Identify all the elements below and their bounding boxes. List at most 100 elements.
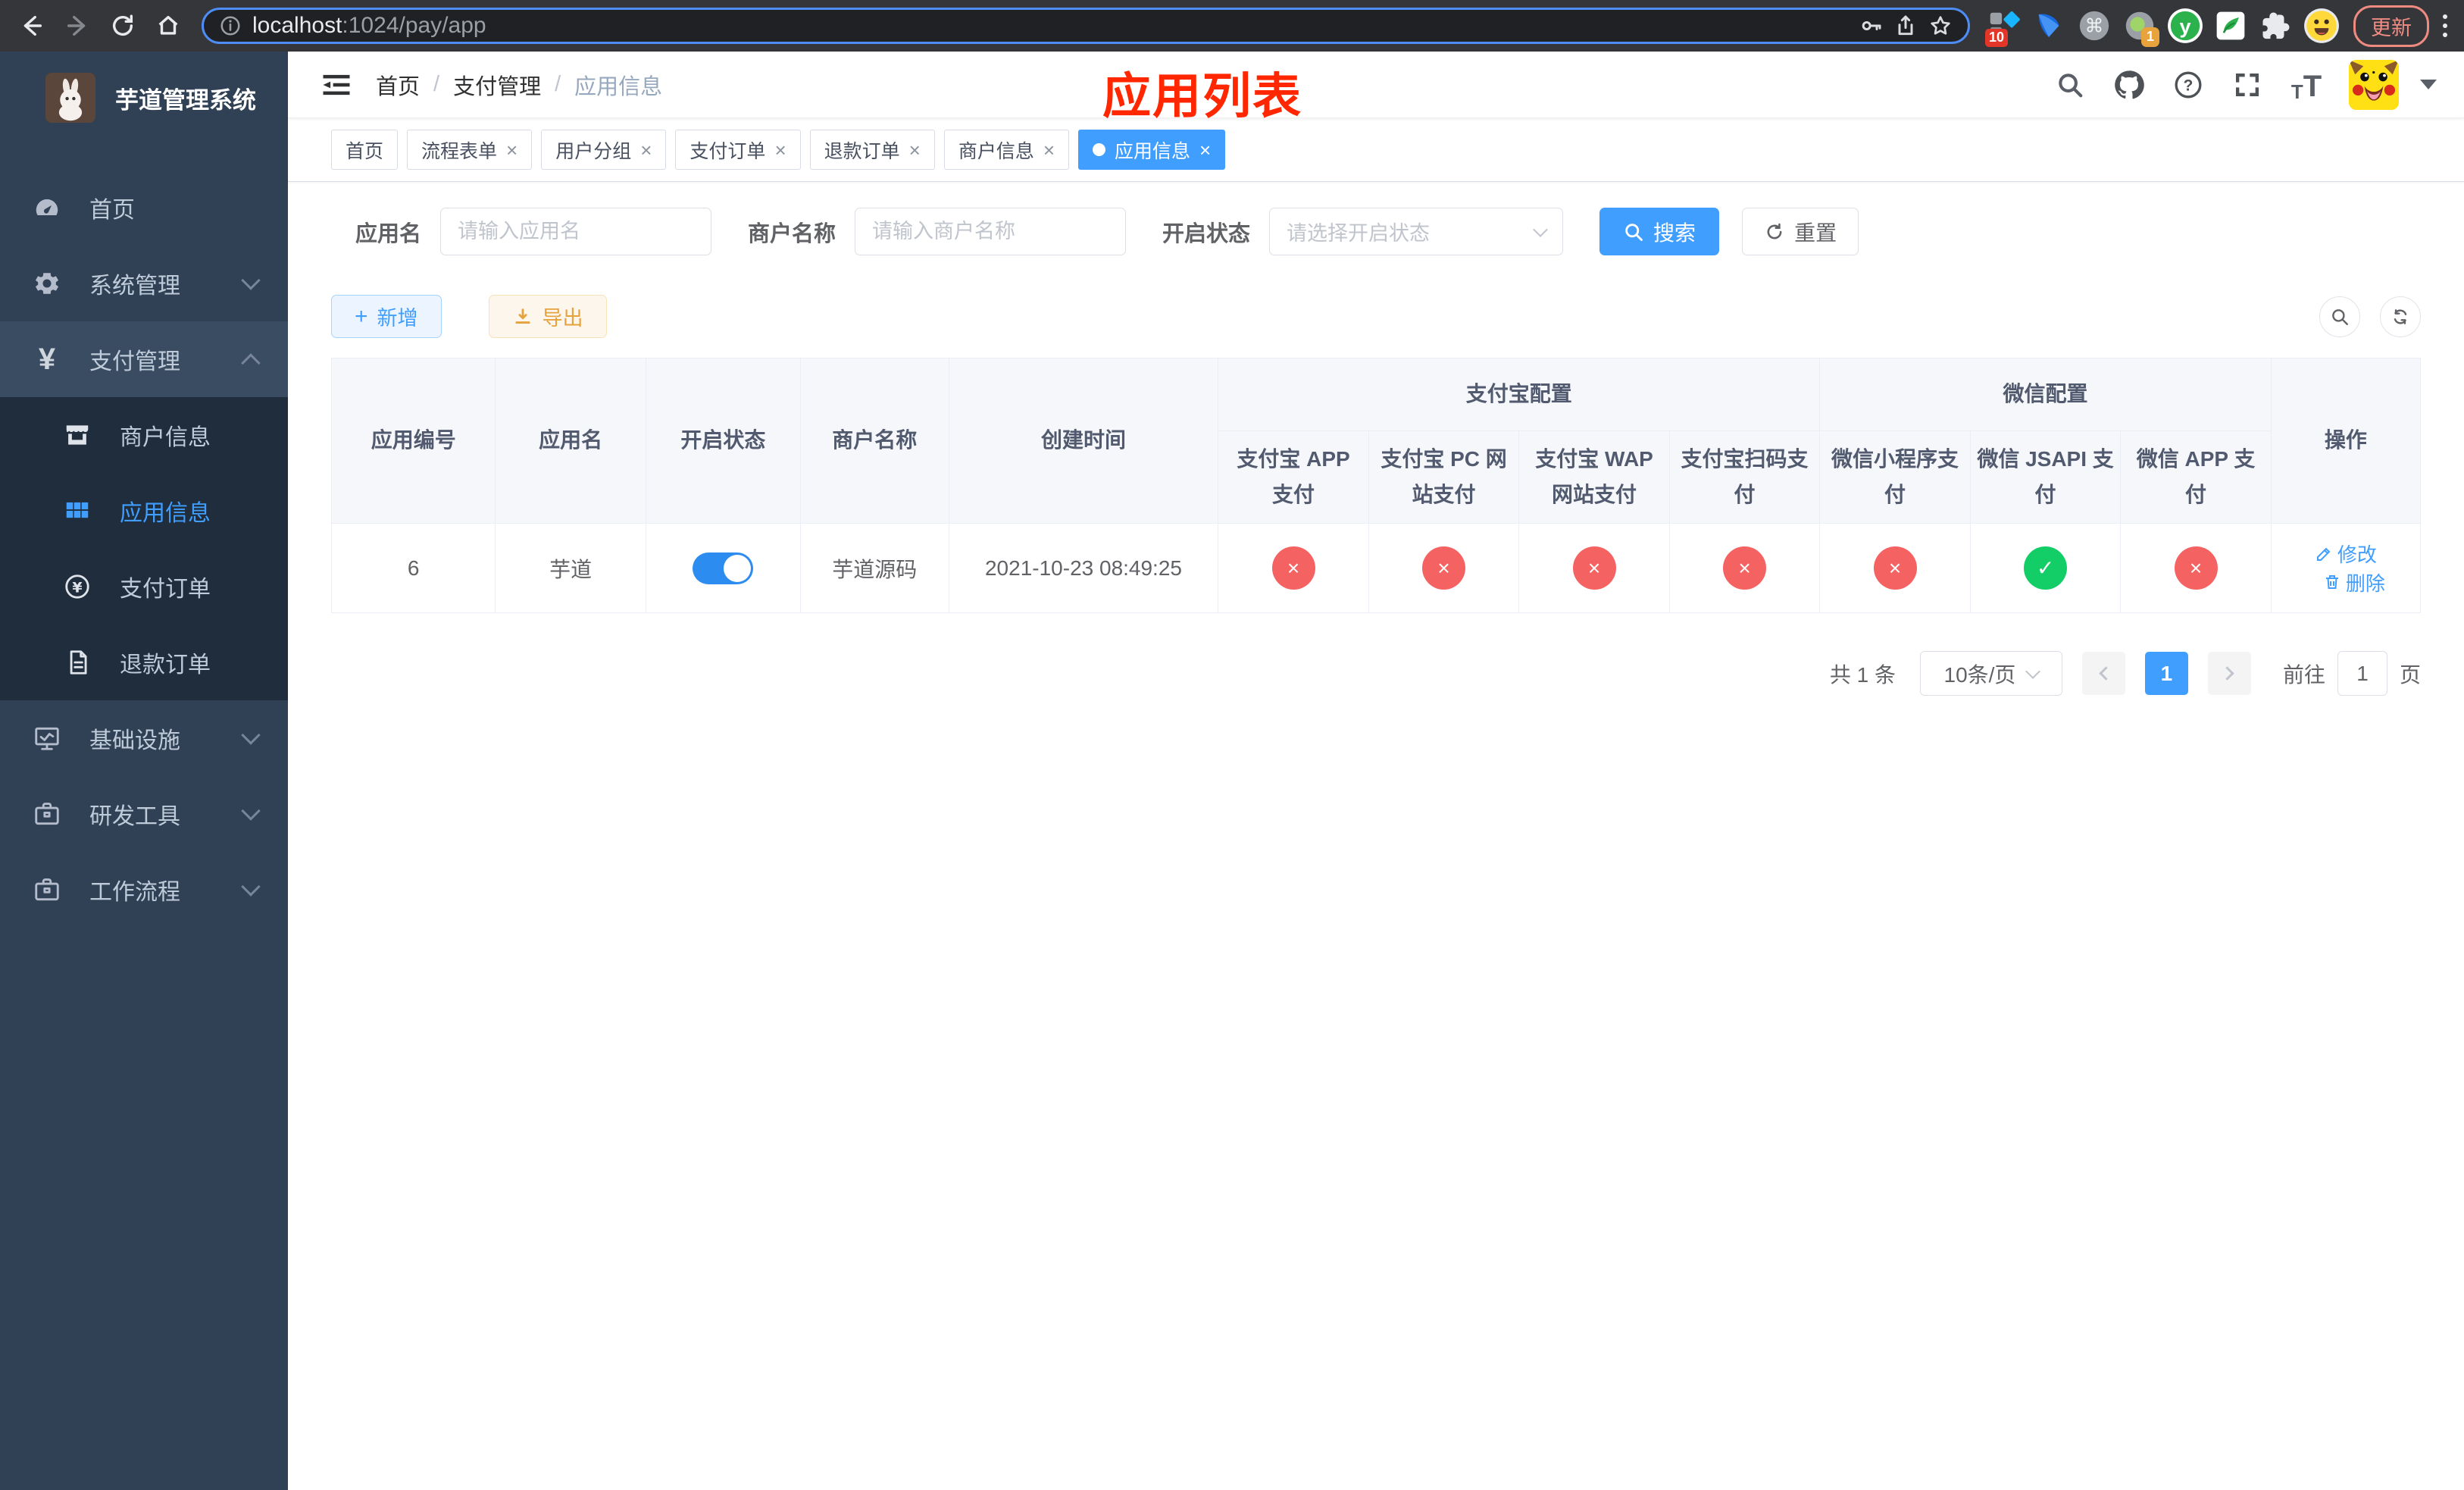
url-text[interactable]: localhost:1024/pay/app [252, 13, 486, 39]
top-navbar: 首页 / 支付管理 / 应用信息 应用列表 ? T T [288, 52, 2464, 124]
export-button[interactable]: 导出 [488, 295, 607, 338]
sidebar-item-refund-order[interactable]: 退款订单 [0, 624, 288, 700]
reset-button[interactable]: 重置 [1742, 208, 1859, 255]
sidebar: 芋道管理系统 首页 系统管理 ¥ 支付管理 商户信息 应用信息 ¥ 支付订单 退… [0, 52, 288, 1490]
share-icon[interactable] [1893, 14, 1918, 38]
font-size-icon[interactable]: TT [2290, 68, 2323, 102]
prev-page-button[interactable] [2081, 652, 2125, 695]
browser-update-button[interactable]: 更新 [2353, 5, 2429, 47]
chevron-down-icon [2025, 663, 2041, 679]
col-create-time: 创建时间 [948, 358, 1219, 524]
cell-app-id: 6 [330, 523, 496, 613]
browser-toolbar: localhost:1024/pay/app 10 ⌘ 1 y 更新 [0, 0, 2464, 52]
show-search-toggle-button[interactable] [2319, 296, 2360, 337]
chevron-down-icon [241, 271, 261, 290]
sidebar-item-system[interactable]: 系统管理 [0, 246, 288, 321]
cell-wx-app-status: × [2120, 523, 2272, 613]
page-number-button[interactable]: 1 [2144, 652, 2188, 695]
close-icon[interactable]: × [640, 140, 652, 160]
tag-user-group[interactable]: 用户分组 × [541, 130, 667, 170]
close-icon[interactable]: × [506, 140, 518, 160]
table-toolbar: + 新增 导出 [331, 295, 2421, 338]
close-icon[interactable]: × [909, 140, 921, 160]
app-table: 应用编号 应用名 开启状态 商户名称 创建时间 支付宝配置 微信配置 操作 支付… [330, 358, 2422, 613]
sidebar-item-infra[interactable]: 基础设施 [0, 700, 288, 776]
tag-merchant-info[interactable]: 商户信息 × [943, 130, 1070, 170]
extension-notes-icon[interactable] [2211, 6, 2250, 45]
breadcrumb-separator: / [555, 72, 561, 96]
edit-link[interactable]: 修改 [2315, 540, 2377, 568]
sidebar-item-devtools[interactable]: 研发工具 [0, 776, 288, 852]
page-size-select[interactable]: 10条/页 [1919, 651, 2062, 696]
close-icon[interactable]: × [1199, 140, 1211, 160]
goto-suffix: 页 [2399, 662, 2421, 687]
merchant-name-input[interactable] [855, 208, 1127, 255]
svg-text:?: ? [2184, 77, 2194, 94]
pagination: 共 1 条 10条/页 1 前往 页 [331, 651, 2421, 726]
coin-yen-icon: ¥ [61, 572, 94, 601]
browser-back-button[interactable] [12, 6, 52, 45]
col-group-wechat: 微信配置 [1819, 358, 2272, 431]
browser-home-button[interactable] [149, 6, 188, 45]
sidebar-collapse-icon[interactable] [318, 67, 355, 103]
header-search-icon[interactable] [2053, 68, 2087, 102]
breadcrumb-pay[interactable]: 支付管理 [453, 69, 541, 101]
cell-alipay-app-status: × [1218, 523, 1369, 613]
grid-icon [61, 496, 94, 525]
browser-reload-button[interactable] [103, 6, 142, 45]
sidebar-item-home[interactable]: 首页 [0, 170, 288, 246]
open-status-switch[interactable] [693, 552, 754, 584]
tag-pay-order[interactable]: 支付订单 × [675, 130, 801, 170]
goto-prefix: 前往 [2282, 662, 2325, 687]
browser-forward-button[interactable] [58, 6, 97, 45]
app-name-input[interactable] [440, 208, 712, 255]
sidebar-item-workflow[interactable]: 工作流程 [0, 852, 288, 928]
extension-y-icon[interactable]: y [2165, 6, 2205, 45]
sidebar-item-label: 基础设施 [89, 728, 180, 753]
dashboard-icon [30, 193, 64, 222]
extension-proxy-icon[interactable]: 1 [2120, 6, 2159, 47]
sidebar-item-pay[interactable]: ¥ 支付管理 [0, 321, 288, 397]
add-button[interactable]: + 新增 [331, 295, 442, 338]
avatar-dropdown-caret-icon[interactable] [2420, 80, 2437, 89]
next-page-button[interactable] [2207, 652, 2251, 695]
tag-process-form[interactable]: 流程表单 × [407, 130, 533, 170]
address-bar[interactable]: localhost:1024/pay/app [202, 8, 1970, 44]
breadcrumb-home[interactable]: 首页 [376, 69, 420, 101]
sidebar-item-label: 系统管理 [89, 274, 180, 299]
fullscreen-icon[interactable] [2231, 68, 2264, 102]
bookmark-star-icon[interactable] [1928, 14, 1953, 38]
github-icon[interactable] [2112, 68, 2146, 102]
refresh-table-button[interactable] [2380, 296, 2421, 337]
extension-tiles-icon[interactable]: 10 [1984, 6, 2023, 47]
open-status-select[interactable]: 请选择开启状态 [1269, 208, 1564, 255]
sidebar-logo[interactable]: 芋道管理系统 [0, 52, 288, 139]
sidebar-item-merchant[interactable]: 商户信息 [0, 397, 288, 473]
trash-icon [2325, 575, 2338, 589]
extension-kite-icon[interactable] [2029, 6, 2068, 45]
password-key-icon[interactable] [1859, 14, 1883, 38]
sidebar-item-pay-order[interactable]: ¥ 支付订单 [0, 549, 288, 624]
col-merchant-name: 商户名称 [799, 358, 949, 524]
extension-command-icon[interactable]: ⌘ [2075, 6, 2114, 45]
gear-icon [30, 269, 64, 298]
user-avatar[interactable] [2349, 59, 2399, 110]
tag-home[interactable]: 首页 [331, 130, 399, 170]
col-alipay-qr: 支付宝扫码支付 [1668, 430, 1821, 524]
profile-emoji-icon[interactable] [2302, 6, 2341, 45]
search-button[interactable]: 搜索 [1599, 208, 1720, 255]
tag-refund-order[interactable]: 退款订单 × [809, 130, 935, 170]
close-icon[interactable]: × [774, 140, 786, 160]
sidebar-item-app-info[interactable]: 应用信息 [0, 473, 288, 549]
cell-open-status [645, 523, 801, 613]
delete-link[interactable]: 删除 [2323, 568, 2385, 596]
help-icon[interactable]: ? [2172, 68, 2205, 102]
site-info-icon[interactable] [219, 14, 242, 37]
pay-submenu: 商户信息 应用信息 ¥ 支付订单 退款订单 [0, 397, 288, 700]
tag-app-info[interactable]: 应用信息 × [1078, 130, 1226, 170]
goto-page-input[interactable] [2337, 651, 2387, 696]
close-icon[interactable]: × [1043, 140, 1055, 160]
browser-menu-icon[interactable] [2443, 14, 2447, 37]
extensions-puzzle-icon[interactable] [2256, 6, 2296, 45]
col-wx-app: 微信 APP 支付 [2120, 430, 2272, 524]
